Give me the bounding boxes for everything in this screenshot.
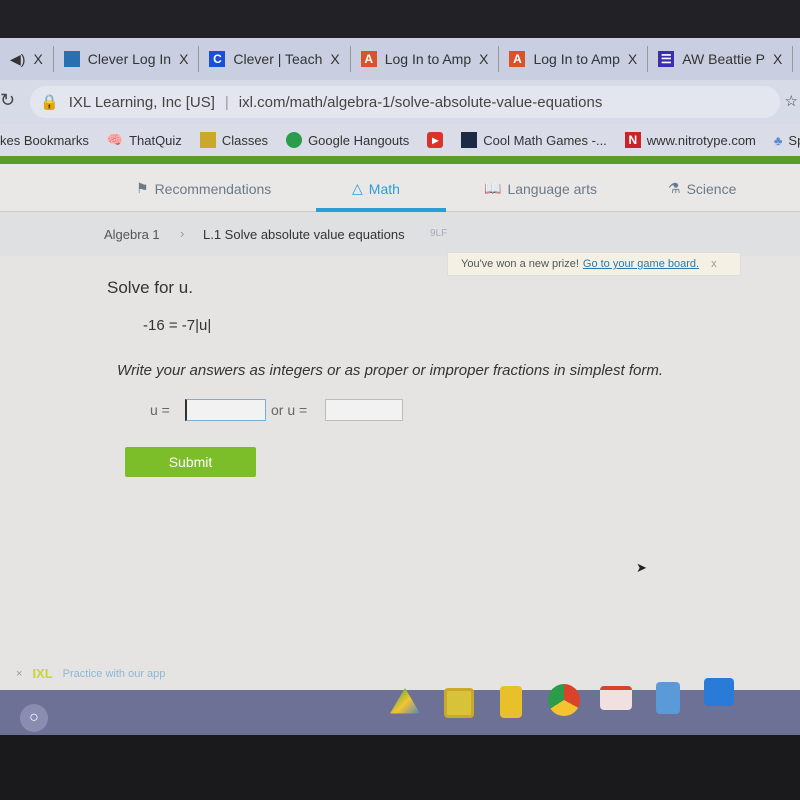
- game-board-link[interactable]: Go to your game board.: [583, 258, 699, 270]
- nav-science[interactable]: ⚗ Science: [668, 180, 736, 197]
- address-bar-row: ↻ 🔒 IXL Learning, Inc [US] | ixl.com/mat…: [0, 80, 800, 124]
- tab-clever-teach[interactable]: C Clever | Teach X: [199, 46, 351, 72]
- tab-title: Log In to Amp: [533, 51, 620, 67]
- skill-code: 9LF: [430, 228, 448, 239]
- bookmark-thatquiz[interactable]: 🧠 ThatQuiz: [107, 132, 182, 148]
- answer1-input[interactable]: [185, 399, 266, 421]
- monitor-bezel: [0, 0, 800, 40]
- tab-title: Log In to Amp: [384, 51, 472, 67]
- docs-icon[interactable]: [656, 682, 680, 714]
- mouse-cursor-icon: ➤: [636, 560, 647, 575]
- tab-strip: ◀) X Clever Log In X C Clever | Teach X A Log…: [0, 38, 800, 80]
- question-prompt: Solve for u.: [107, 278, 193, 297]
- tab-close-icon[interactable]: X: [330, 51, 339, 67]
- tab-title: Clever Log In: [87, 51, 172, 67]
- coolmath-icon: [461, 132, 478, 148]
- breadcrumb-skill: L.1 Solve absolute value equations: [203, 227, 405, 242]
- bookmark-coolmath[interactable]: Cool Math Games -...: [461, 132, 607, 148]
- lock-icon: 🔒: [40, 94, 59, 111]
- brain-icon: 🧠: [106, 132, 124, 147]
- typespeed-icon[interactable]: [704, 678, 734, 706]
- tab-title: Clever | Teach: [233, 51, 323, 67]
- close-icon[interactable]: ×: [16, 668, 22, 680]
- ixl-logo: IXL: [32, 666, 53, 681]
- bookmark-classes[interactable]: Classes: [199, 132, 268, 148]
- amp-favicon-icon: A: [360, 51, 377, 67]
- tab-close-icon[interactable]: X: [33, 51, 42, 67]
- clever-favicon-icon: C: [209, 51, 226, 67]
- signpost-icon: ⚑: [136, 180, 149, 196]
- tab-aw-beattie[interactable]: ☰ AW Beattie P X: [648, 46, 794, 72]
- tab-close-icon[interactable]: X: [479, 51, 488, 67]
- subject-nav: ⚑ Recommendations △ Math 📖 Language arts ⚗ S…: [0, 164, 800, 212]
- launcher-icon[interactable]: ○: [20, 704, 48, 732]
- pyramid-icon: △: [352, 180, 363, 196]
- instructions: Write your answers as integers or as pro…: [117, 362, 664, 379]
- breadcrumb: Algebra 1 › L.1 Solve absolute value equ…: [0, 212, 800, 256]
- bookmark-nitrotype[interactable]: Nwww.nitrotype.com: [624, 132, 756, 148]
- site-identity: IXL Learning, Inc [US]: [68, 93, 215, 111]
- bookmark-bookmarks[interactable]: kes Bookmarks: [0, 133, 89, 148]
- bookmark-sp[interactable]: ♣Sp: [774, 133, 800, 148]
- close-icon[interactable]: x: [711, 258, 717, 270]
- classroom-icon[interactable]: [444, 688, 474, 718]
- submit-button[interactable]: Submit: [125, 447, 256, 477]
- bookmarks-bar: kes Bookmarks 🧠 ThatQuiz Classes Google H…: [0, 124, 800, 156]
- answer2-label: or u =: [271, 402, 308, 418]
- star-icon[interactable]: ☆: [785, 92, 798, 110]
- equation: -16 = -7|u|: [143, 317, 212, 334]
- reload-icon[interactable]: ↻: [0, 90, 15, 111]
- tab-close-icon[interactable]: X: [628, 51, 637, 67]
- tab-title: AW Beattie P: [682, 51, 765, 67]
- bookmark-hangouts[interactable]: Google Hangouts: [286, 132, 409, 148]
- app-banner: × IXL Practice with our app: [16, 666, 165, 681]
- chrome-icon[interactable]: [548, 684, 580, 716]
- classroom-icon: [199, 132, 216, 148]
- omnibox[interactable]: 🔒 IXL Learning, Inc [US] | ixl.com/math/…: [30, 86, 780, 118]
- answer2-input[interactable]: [325, 399, 403, 421]
- hangouts-icon: [286, 132, 303, 148]
- nav-math[interactable]: △ Math: [352, 180, 400, 197]
- clever-favicon-icon: [63, 51, 80, 67]
- prize-banner: You've won a new prize! Go to your game …: [447, 252, 741, 276]
- tab-close-icon[interactable]: X: [179, 51, 188, 67]
- youtube-icon: ▸: [427, 132, 444, 148]
- nitrotype-icon: N: [624, 132, 641, 148]
- bookmark-youtube[interactable]: ▸: [427, 132, 444, 148]
- tab-amp-2[interactable]: A Log In to Amp X: [499, 46, 649, 72]
- book-icon: 📖: [484, 180, 502, 196]
- nav-language-arts[interactable]: 📖 Language arts: [484, 180, 597, 197]
- list-favicon-icon: ☰: [658, 51, 675, 67]
- tab-partial[interactable]: ◀) X: [0, 46, 54, 72]
- tab-clever-login[interactable]: Clever Log In X: [54, 46, 200, 72]
- app-banner-link[interactable]: Practice with our app: [63, 668, 166, 680]
- gmail-icon[interactable]: [600, 686, 632, 710]
- nav-recommendations[interactable]: ⚑ Recommendations: [136, 180, 271, 197]
- answer1-label: u =: [150, 402, 170, 418]
- url-text[interactable]: ixl.com/math/algebra-1/solve-absolute-va…: [239, 94, 603, 111]
- amp-favicon-icon: A: [509, 51, 526, 67]
- breadcrumb-subject[interactable]: Algebra 1: [104, 227, 160, 242]
- chevron-right-icon: ›: [180, 226, 185, 241]
- flask-icon: ⚗: [668, 180, 681, 196]
- slides-icon[interactable]: [500, 686, 522, 718]
- prize-text: You've won a new prize!: [461, 258, 579, 270]
- speaker-icon: ◀): [10, 50, 26, 67]
- tab-close-icon[interactable]: X: [773, 51, 782, 67]
- tab-amp-1[interactable]: A Log In to Amp X: [351, 46, 500, 72]
- ixl-page: ⚑ Recommendations △ Math 📖 Language arts ⚗ S…: [0, 164, 800, 690]
- bookmark-icon: ♣: [773, 132, 783, 148]
- ixl-header-strip: [0, 156, 800, 164]
